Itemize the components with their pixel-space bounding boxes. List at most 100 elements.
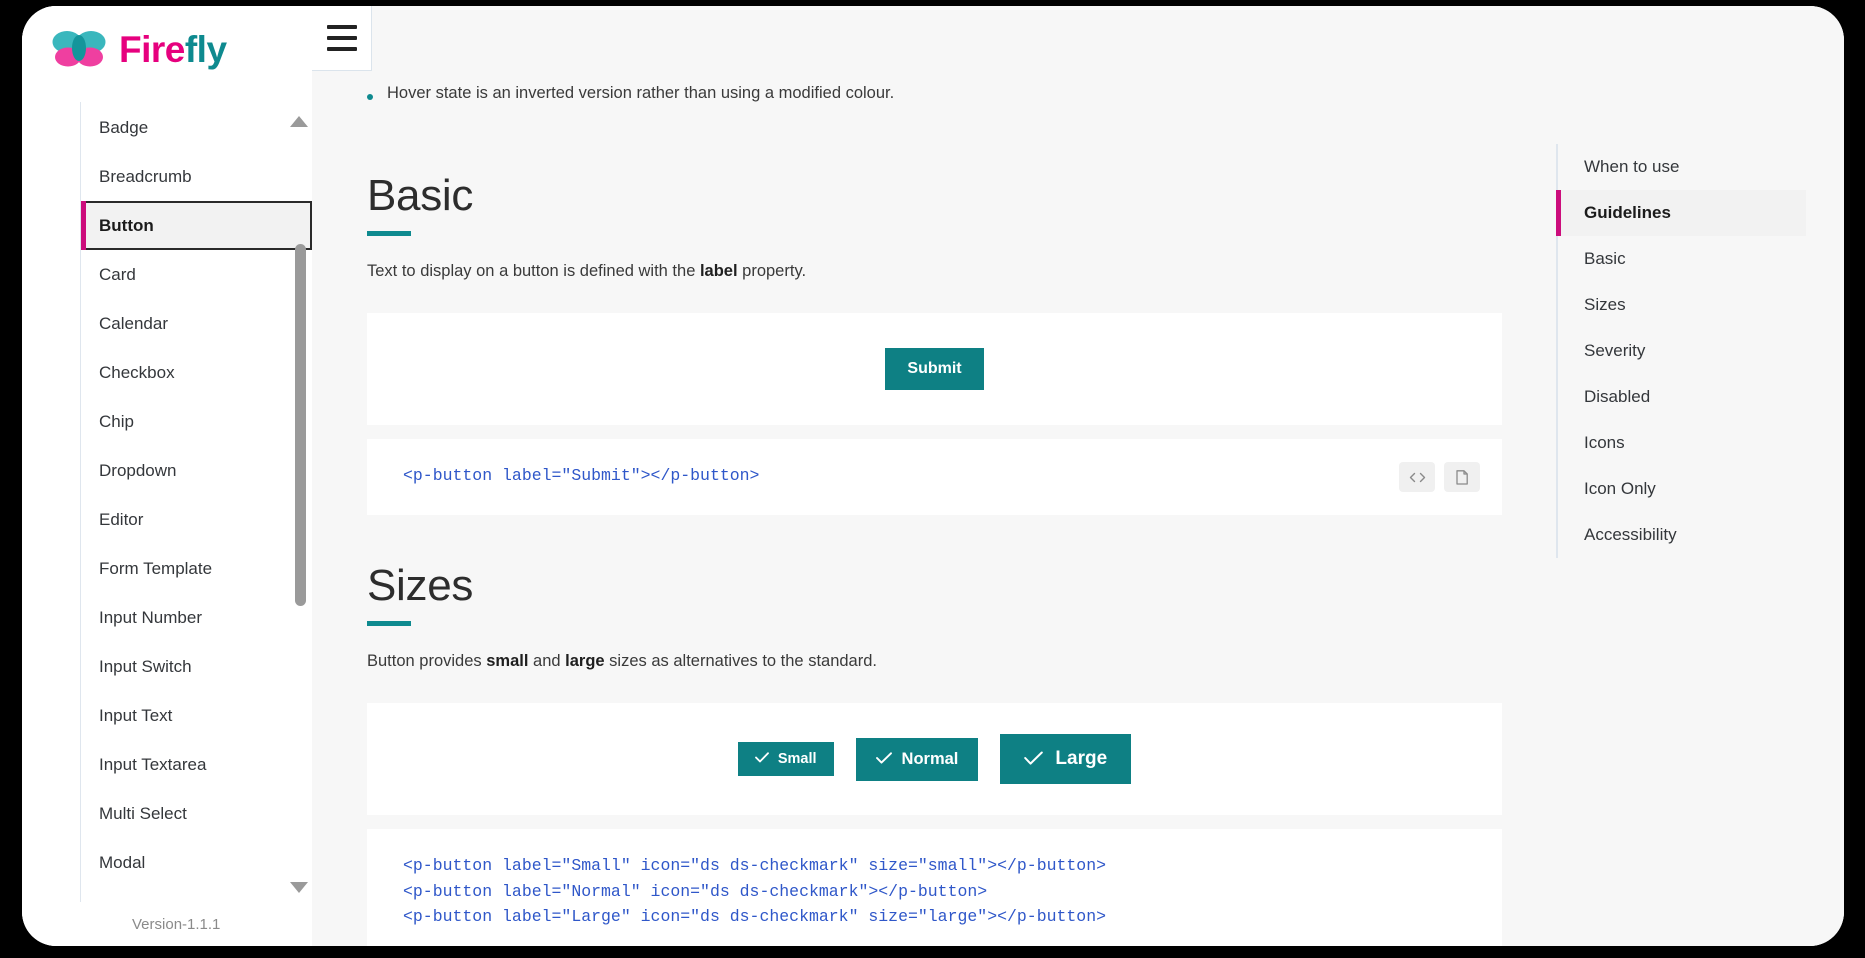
view-code-icon[interactable] [1399, 462, 1435, 492]
demo-panel-basic: Submit [367, 313, 1502, 425]
sidebar-item-label: Editor [99, 509, 144, 529]
sidebar-item-form-template[interactable]: Form Template [80, 544, 312, 593]
copy-code-icon[interactable] [1444, 462, 1480, 492]
sidebar-item-checkbox[interactable]: Checkbox [80, 348, 312, 397]
table-of-contents: When to use Guidelines Basic Sizes Sever… [1556, 144, 1806, 558]
toc-item-label: Disabled [1584, 387, 1651, 406]
brand-title-fire: Fire [119, 29, 185, 70]
code-snippet-basic: <p-button label="Submit"></p-button> [403, 466, 760, 485]
checkmark-icon [875, 751, 892, 768]
toc-item-guidelines[interactable]: Guidelines [1556, 190, 1806, 236]
desc-text-before: Button provides [367, 652, 487, 670]
sidebar-item-dropdown[interactable]: Dropdown [80, 446, 312, 495]
left-sidebar: Firefly Avatar Group Badge Breadcrumb Bu… [22, 6, 312, 946]
sidebar-item-calendar[interactable]: Calendar [80, 299, 312, 348]
code-line-3: <p-button label="Large" icon="ds ds-chec… [403, 907, 1107, 927]
sidebar-item-label: Dropdown [99, 460, 177, 480]
sidebar-item-badge[interactable]: Badge [80, 103, 312, 152]
sidebar-item-label: Modal [99, 852, 146, 872]
code-toolbar [1399, 462, 1480, 492]
sidebar-item-multi-select[interactable]: Multi Select [80, 789, 312, 838]
application-window: button to communicate the serious nature… [22, 6, 1844, 946]
normal-size-button-label: Normal [901, 749, 959, 768]
toc-item-severity[interactable]: Severity [1556, 328, 1806, 374]
toc-item-label: Icons [1584, 433, 1625, 452]
sidebar-item-label: Input Textarea [99, 754, 207, 774]
desc-text-bold-small: small [486, 652, 529, 670]
hamburger-menu-icon[interactable] [312, 6, 372, 71]
section-description-basic: Text to display on a button is defined w… [367, 262, 1502, 281]
toc-item-disabled[interactable]: Disabled [1556, 374, 1806, 420]
sidebar-item-input-textarea[interactable]: Input Textarea [80, 740, 312, 789]
sidebar-item-card[interactable]: Card [80, 250, 312, 299]
small-size-button-label: Small [777, 751, 817, 767]
desc-text-mid: and [528, 652, 566, 670]
demo-panel-sizes: Small Normal Large [367, 703, 1502, 815]
toc-item-label: Icon Only [1584, 479, 1656, 498]
toc-item-basic[interactable]: Basic [1556, 236, 1806, 282]
triangle-down-icon[interactable] [290, 882, 308, 893]
sidebar-item-label: Input Text [99, 705, 173, 725]
hamburger-bar [326, 47, 357, 51]
toc-item-when-to-use[interactable]: When to use [1556, 144, 1806, 190]
code-line-2: <p-button label="Normal" icon="ds ds-che… [403, 881, 988, 901]
sidebar-item-label: Input Switch [99, 656, 192, 676]
main-content-area: button to communicate the serious nature… [312, 6, 1844, 946]
section-underline-sizes [367, 621, 411, 626]
desc-text-bold: label [699, 262, 738, 280]
toc-item-label: Accessibility [1584, 525, 1677, 544]
hamburger-bar [326, 25, 357, 29]
sidebar-item-editor[interactable]: Editor [80, 495, 312, 544]
sidebar-item-label: Input Number [99, 607, 202, 627]
sidebar-item-button[interactable]: Button [80, 201, 312, 250]
code-snippet-sizes: <p-button label="Small" icon="ds ds-chec… [367, 829, 1502, 946]
sidebar-item-breadcrumb[interactable]: Breadcrumb [80, 152, 312, 201]
clipped-paragraph-region: button to communicate the serious nature… [367, 16, 1497, 74]
sidebar-item-input-number[interactable]: Input Number [80, 593, 312, 642]
desc-text-bold-large: large [565, 652, 605, 670]
sidebar-item-label: Chip [99, 411, 134, 431]
toc-item-icon-only[interactable]: Icon Only [1556, 466, 1806, 512]
sidebar-nav-scroll-region: Avatar Group Badge Breadcrumb Button Car… [80, 102, 312, 892]
sidebar-scrollbar[interactable] [295, 244, 306, 606]
large-size-button-label: Large [1055, 748, 1108, 769]
triangle-up-icon[interactable] [290, 116, 308, 127]
section-underline-basic [367, 231, 411, 236]
sidebar-item-label: Breadcrumb [99, 166, 192, 186]
butterfly-logo-icon [52, 29, 106, 71]
normal-size-button[interactable]: Normal [855, 737, 979, 781]
sidebar-item-label: Calendar [99, 313, 168, 333]
guideline-bullet-text: Hover state is an inverted version rathe… [387, 84, 895, 102]
toc-item-accessibility[interactable]: Accessibility [1556, 512, 1806, 558]
section-basic: Basic Text to display on a button is def… [367, 171, 1502, 515]
checkmark-icon [754, 752, 769, 767]
toc-item-label: Guidelines [1584, 203, 1671, 222]
checkmark-icon [1024, 750, 1044, 769]
toc-item-label: When to use [1584, 157, 1680, 176]
large-size-button[interactable]: Large [1000, 734, 1132, 784]
guideline-bullet-item: Hover state is an inverted version rathe… [367, 84, 894, 103]
code-panel-sizes: <p-button label="Small" icon="ds ds-chec… [367, 829, 1502, 946]
code-line-1: <p-button label="Small" icon="ds ds-chec… [403, 856, 1107, 875]
hamburger-bar [326, 36, 357, 40]
section-title-basic: Basic [367, 171, 474, 220]
desc-text-after: property. [737, 262, 807, 280]
sidebar-nav-list: Avatar Group Badge Breadcrumb Button Car… [80, 102, 312, 887]
bullet-dot-icon [367, 94, 373, 100]
small-size-button[interactable]: Small [737, 742, 834, 776]
toc-item-sizes[interactable]: Sizes [1556, 282, 1806, 328]
toc-item-label: Severity [1584, 341, 1646, 360]
sidebar-item-label: Checkbox [99, 362, 175, 382]
desc-text-after: sizes as alternatives to the standard. [604, 652, 877, 670]
submit-button[interactable]: Submit [885, 348, 984, 390]
toc-item-icons[interactable]: Icons [1556, 420, 1806, 466]
sidebar-item-input-switch[interactable]: Input Switch [80, 642, 312, 691]
sidebar-item-chip[interactable]: Chip [80, 397, 312, 446]
sidebar-item-label: Badge [99, 117, 149, 137]
sidebar-item-input-text[interactable]: Input Text [80, 691, 312, 740]
sidebar-rail [80, 102, 81, 902]
section-description-sizes: Button provides small and large sizes as… [367, 652, 1502, 671]
sidebar-item-modal[interactable]: Modal [80, 838, 312, 887]
brand-header[interactable]: Firefly [22, 6, 312, 94]
desc-text-before: Text to display on a button is defined w… [367, 262, 700, 280]
